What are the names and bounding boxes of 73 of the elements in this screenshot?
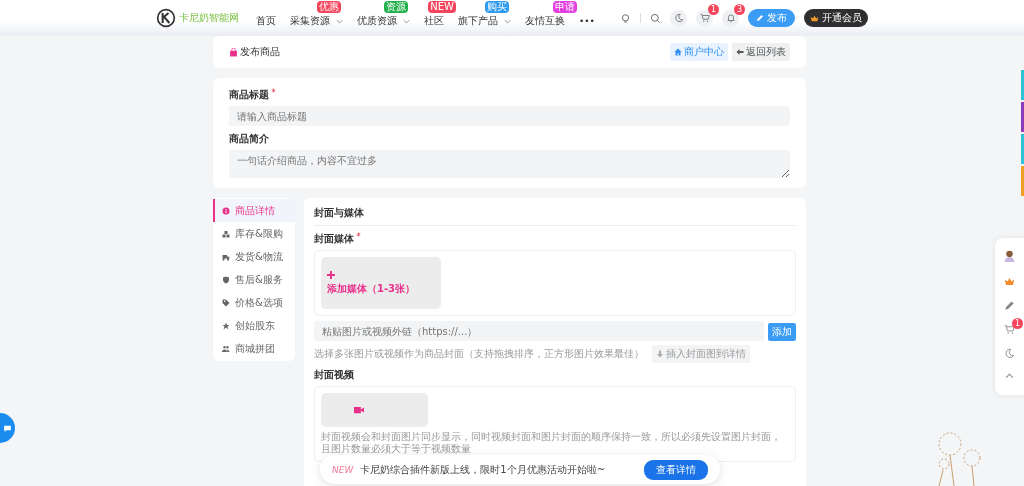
section-tab[interactable]: 创始股东 xyxy=(213,314,295,337)
moon-icon xyxy=(673,13,684,23)
page-title: 发布商品 xyxy=(240,45,280,59)
cubes-icon xyxy=(222,229,230,238)
title-field[interactable]: 请输入商品标题 xyxy=(229,106,790,126)
url-field[interactable]: 粘贴图片或视频外链（https://...） xyxy=(314,321,764,341)
crown-icon xyxy=(810,14,819,22)
details-button[interactable]: 查看详情 xyxy=(644,459,708,480)
search-icon[interactable] xyxy=(650,12,661,24)
pencil-icon xyxy=(756,14,764,22)
nav-link[interactable]: 旗下产品 xyxy=(458,14,511,28)
count-badge: 1 xyxy=(1012,318,1023,329)
logo-icon xyxy=(156,8,176,28)
nav-link[interactable]: 首页 xyxy=(256,14,276,28)
nav-badge: 资源 xyxy=(384,1,408,13)
cart-icon[interactable] xyxy=(1004,324,1015,335)
section-tab[interactable]: 库存&限购 xyxy=(213,222,295,245)
bag-icon xyxy=(229,47,238,57)
section-tab[interactable]: 价格&选项 xyxy=(213,291,295,314)
section-tab[interactable]: 商品详情 xyxy=(213,199,295,222)
plus-icon xyxy=(327,270,335,279)
back-arrow-icon xyxy=(736,48,744,56)
section-tab[interactable]: 商城拼团 xyxy=(213,337,295,360)
field-label: 商品标题 xyxy=(229,88,269,102)
field-label: 商品简介 xyxy=(229,132,269,146)
nav-link[interactable]: 优质资源 xyxy=(357,14,410,28)
caret-icon xyxy=(403,18,410,24)
section-tab[interactable]: 发货&物流 xyxy=(213,245,295,268)
dark-mode-button[interactable] xyxy=(670,9,687,27)
notice-text: 卡尼奶综合插件新版上线，限时1个月优惠活动开始啦~ xyxy=(360,462,607,477)
tag-icon xyxy=(222,298,230,307)
bell-icon xyxy=(725,13,736,23)
section-heading: 封面与媒体 xyxy=(314,206,796,226)
nav-badge: 优惠 xyxy=(317,1,341,13)
video-icon xyxy=(354,406,364,414)
people-icon xyxy=(222,344,230,353)
truck-icon xyxy=(222,252,230,261)
nav-badge: 申请 xyxy=(553,1,577,13)
home-icon xyxy=(674,48,682,56)
crown-icon[interactable] xyxy=(1004,276,1015,287)
star-icon xyxy=(222,321,230,330)
field-label: 封面媒体 xyxy=(314,232,354,246)
count-badge: 1 xyxy=(708,3,719,15)
section-tab[interactable]: 售后&服务 xyxy=(213,268,295,291)
new-tag: NEW xyxy=(332,464,354,475)
chat-icon xyxy=(3,423,12,433)
field-label: 封面视频 xyxy=(314,368,354,382)
nav-badge: 购买 xyxy=(485,1,509,13)
caret-icon xyxy=(336,18,343,24)
hint-text: 选择多张图片或视频作为商品封面（支持拖拽排序，正方形图片效果最佳） xyxy=(314,347,644,361)
back-button[interactable]: 返回列表 xyxy=(732,43,790,61)
up-icon[interactable] xyxy=(1004,372,1015,379)
more-button[interactable]: ••• xyxy=(579,10,595,26)
nav-badge: NEW xyxy=(428,1,456,13)
nav-link[interactable]: 采集资源 xyxy=(290,14,343,28)
bulb-icon[interactable] xyxy=(620,12,631,24)
nav-link[interactable]: 友情互换 xyxy=(525,14,565,28)
info-icon xyxy=(222,206,230,215)
pencil-icon[interactable] xyxy=(1004,300,1015,311)
intro-field[interactable]: 一句话介绍商品，内容不宜过多 xyxy=(229,150,790,178)
shield-icon xyxy=(222,275,230,284)
cart-button[interactable] xyxy=(696,9,713,27)
logo-text: 卡尼奶智能网 xyxy=(179,11,239,25)
down-arrow-icon xyxy=(656,350,664,358)
add-media-button[interactable]: 添加媒体（1-3张） xyxy=(321,257,441,309)
nav-link[interactable]: 社区 xyxy=(424,14,444,28)
vip-button[interactable]: 开通会员 xyxy=(804,9,868,27)
notification-button[interactable] xyxy=(722,9,739,27)
caret-icon xyxy=(504,18,511,24)
moon-icon[interactable] xyxy=(1004,348,1015,359)
count-badge: 3 xyxy=(734,3,745,15)
avatar-icon[interactable] xyxy=(1003,248,1016,263)
cart-icon xyxy=(699,13,710,23)
